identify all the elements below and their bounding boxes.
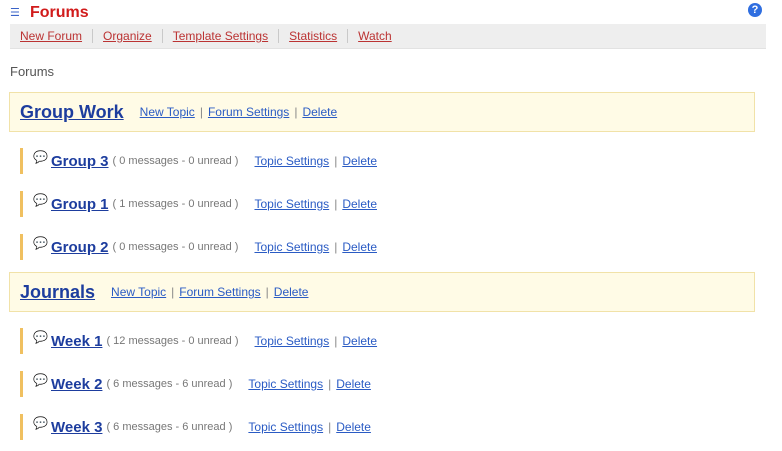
delete-topic-link[interactable]: Delete [336,377,371,391]
delete-forum-link[interactable]: Delete [302,105,337,119]
forum-header: Group Work New Topic | Forum Settings | Dele… [9,92,755,132]
delete-topic-link[interactable]: Delete [342,240,377,254]
topic-settings-link[interactable]: Topic Settings [254,240,329,254]
topic-icon: 💬 [33,193,48,207]
topic-row: 💬 Week 3 ( 6 messages - 6 unread ) Topic… [20,414,371,440]
watch-link[interactable]: Watch [348,29,402,43]
help-icon[interactable]: ? [748,3,762,17]
topic-icon: 💬 [33,236,48,250]
topic-stats: ( 12 messages - 0 unread ) [106,335,239,347]
new-topic-link[interactable]: New Topic [111,285,166,299]
forum-header: Journals New Topic | Forum Settings | Delete [9,272,755,312]
delete-topic-link[interactable]: Delete [342,154,377,168]
topic-settings-link[interactable]: Topic Settings [254,154,329,168]
topic-stats: ( 1 messages - 0 unread ) [112,198,239,210]
organize-link[interactable]: Organize [93,29,162,43]
topic-stats: ( 6 messages - 6 unread ) [106,421,233,433]
topic-icon: 💬 [33,416,48,430]
topic-title[interactable]: Week 3 [51,419,102,436]
delete-topic-link[interactable]: Delete [342,197,377,211]
forum-links: New Topic | Forum Settings | Delete [111,285,309,299]
topic-row: 💬 Week 2 ( 6 messages - 6 unread ) Topic… [20,371,371,397]
forum-icon: ☰ [10,7,20,19]
topic-links: Topic Settings | Delete [254,197,377,211]
delete-topic-link[interactable]: Delete [342,334,377,348]
topic-title[interactable]: Week 2 [51,376,102,393]
topic-stats: ( 0 messages - 0 unread ) [112,241,239,253]
delete-topic-link[interactable]: Delete [336,420,371,434]
template-settings-link[interactable]: Template Settings [163,29,278,43]
topic-links: Topic Settings | Delete [254,240,377,254]
topic-links: Topic Settings | Delete [254,334,378,348]
topic-stats: ( 6 messages - 6 unread ) [106,378,233,390]
new-forum-link[interactable]: New Forum [10,29,92,43]
topic-links: Topic Settings | Delete [248,420,371,434]
topic-title[interactable]: Group 1 [51,196,109,213]
topic-links: Topic Settings | Delete [248,377,371,391]
topic-title[interactable]: Group 2 [51,239,109,256]
topic-row: 💬 Group 1 ( 1 messages - 0 unread ) Topi… [20,191,377,217]
topic-icon: 💬 [33,373,48,387]
topic-settings-link[interactable]: Topic Settings [248,420,323,434]
topic-stats: ( 0 messages - 0 unread ) [112,155,239,167]
topic-row: 💬 Week 1 ( 12 messages - 0 unread ) Topi… [20,328,377,354]
topic-row: 💬 Group 2 ( 0 messages - 0 unread ) Topi… [20,234,377,260]
forum-links: New Topic | Forum Settings | Delete [139,105,338,119]
forum-title[interactable]: Group Work [20,102,124,123]
forum-settings-link[interactable]: Forum Settings [179,285,260,299]
forum-settings-link[interactable]: Forum Settings [208,105,289,119]
topic-links: Topic Settings | Delete [254,154,377,168]
page-header: ☰ Forums [10,2,89,24]
forum-title[interactable]: Journals [20,282,95,303]
topic-icon: 💬 [33,150,48,164]
topic-settings-link[interactable]: Topic Settings [248,377,323,391]
topic-title[interactable]: Week 1 [51,333,102,350]
delete-forum-link[interactable]: Delete [274,285,309,299]
toolbar: New Forum Organize Template Settings Sta… [10,24,766,49]
topic-row: 💬 Group 3 ( 0 messages - 0 unread ) Topi… [20,148,377,174]
topic-settings-link[interactable]: Topic Settings [254,197,329,211]
topic-settings-link[interactable]: Topic Settings [255,334,330,348]
statistics-link[interactable]: Statistics [279,29,347,43]
page-title: Forums [30,4,89,21]
new-topic-link[interactable]: New Topic [140,105,195,119]
topic-icon: 💬 [33,330,48,344]
section-label: Forums [10,64,55,79]
topic-title[interactable]: Group 3 [51,153,109,170]
